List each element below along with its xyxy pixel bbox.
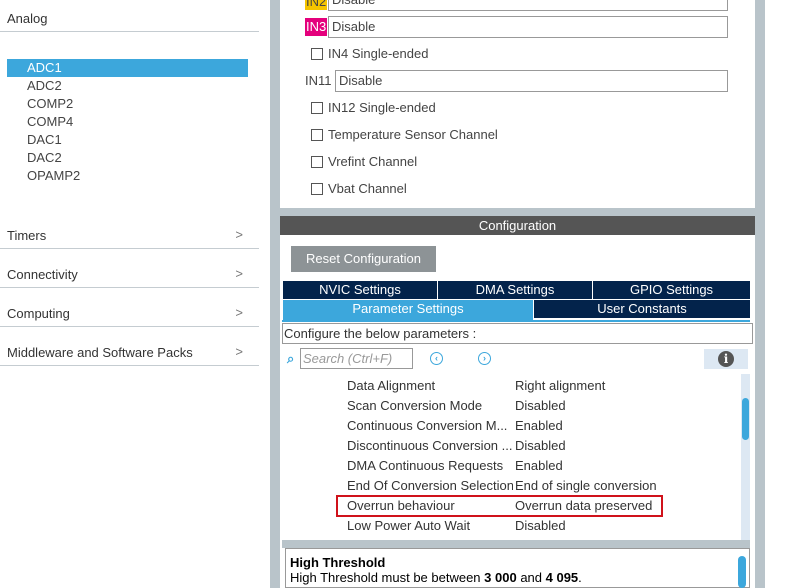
category-middleware[interactable]: Middleware and Software Packs >: [0, 327, 259, 366]
checkbox-label: IN12 Single-ended: [328, 100, 436, 115]
search-input[interactable]: Search (Ctrl+F): [300, 348, 413, 369]
tab-parameter-settings[interactable]: Parameter Settings: [283, 300, 533, 320]
param-value: Disabled: [515, 438, 566, 453]
sidebar-item-dac2[interactable]: DAC2: [7, 149, 248, 167]
info-button[interactable]: i: [704, 349, 748, 369]
in3-select[interactable]: Disable: [328, 16, 728, 38]
next-icon[interactable]: ›: [478, 352, 491, 365]
reset-configuration-button[interactable]: Reset Configuration: [291, 246, 436, 272]
param-value: Right alignment: [515, 378, 606, 393]
param-name: Scan Conversion Mode: [347, 398, 483, 413]
category-label: Middleware and Software Packs: [7, 345, 193, 360]
category-timers[interactable]: Timers >: [0, 210, 259, 249]
description-title: High Threshold: [290, 555, 386, 570]
param-value: End of single conversion: [515, 478, 657, 493]
vrefint-checkbox-row[interactable]: Vrefint Channel: [305, 154, 417, 169]
desc-min: 3 000: [484, 570, 517, 585]
checkbox[interactable]: [311, 155, 323, 168]
search-icon: ⌕: [287, 351, 295, 366]
in11-select[interactable]: Disable: [335, 70, 728, 92]
desc-max: 4 095: [545, 570, 579, 585]
in12-checkbox-row[interactable]: IN12 Single-ended: [305, 100, 436, 115]
param-name: Low Power Auto Wait: [347, 518, 471, 533]
checkbox-label: Temperature Sensor Channel: [328, 127, 498, 142]
tab-dma-settings[interactable]: DMA Settings: [438, 281, 592, 299]
configure-label: Configure the below parameters :: [282, 323, 753, 344]
desc-text: .: [578, 570, 582, 585]
configuration-header: Configuration: [280, 216, 755, 235]
tab-nvic-settings[interactable]: NVIC Settings: [283, 281, 437, 299]
checkbox-label: Vbat Channel: [328, 181, 407, 196]
category-label: Analog: [7, 11, 48, 26]
chevron-right-icon: >: [235, 266, 243, 281]
category-analog[interactable]: Analog: [0, 0, 259, 32]
category-label: Connectivity: [7, 267, 78, 282]
info-icon: i: [718, 351, 734, 367]
chevron-right-icon: >: [235, 227, 243, 242]
param-name: Data Alignment: [347, 378, 436, 393]
sidebar-item-comp4[interactable]: COMP4: [7, 113, 248, 131]
param-value: Enabled: [515, 458, 563, 473]
sidebar-item-comp2[interactable]: COMP2: [7, 95, 248, 113]
checkbox[interactable]: [311, 47, 323, 60]
tab-underline: [282, 320, 750, 322]
param-row[interactable]: Scan Conversion Mode Disabled: [347, 396, 747, 416]
description-text: High Threshold must be between 3 000 and…: [290, 570, 745, 585]
param-row[interactable]: DMA Continuous Requests Enabled: [347, 456, 747, 476]
checkbox-label: IN4 Single-ended: [328, 46, 429, 61]
param-name: End Of Conversion Selection: [347, 478, 513, 493]
param-row[interactable]: Data Alignment Right alignment: [347, 376, 747, 396]
splitter[interactable]: [282, 540, 750, 548]
sidebar-item-dac1[interactable]: DAC1: [7, 131, 248, 149]
sidebar-item-opamp2[interactable]: OPAMP2: [7, 167, 248, 185]
param-row[interactable]: End Of Conversion Selection End of single…: [347, 476, 747, 496]
param-value: Enabled: [515, 418, 563, 433]
desc-text: High Threshold must be between: [290, 570, 485, 585]
category-connectivity[interactable]: Connectivity >: [0, 249, 259, 288]
in2-label: IN2: [305, 0, 328, 10]
checkbox[interactable]: [311, 128, 323, 141]
param-value: Disabled: [515, 518, 566, 533]
params-scrollbar-thumb[interactable]: [742, 398, 749, 440]
category-label: Timers: [7, 228, 47, 243]
sidebar-item-adc2[interactable]: ADC2: [7, 77, 248, 95]
param-name: Continuous Conversion M...: [347, 418, 508, 433]
param-name: DMA Continuous Requests: [347, 458, 504, 473]
description-scrollbar[interactable]: [738, 556, 746, 588]
highlight-box: [336, 495, 663, 517]
tab-user-constants[interactable]: User Constants: [534, 300, 750, 318]
component-sidebar: Analog ADC1 ADC2 COMP2 COMP4 DAC1 DAC2 O…: [0, 0, 270, 588]
chevron-right-icon: >: [235, 305, 243, 320]
category-computing[interactable]: Computing >: [0, 288, 259, 327]
in2-select[interactable]: Disable: [328, 0, 728, 11]
param-name: Discontinuous Conversion ...: [347, 438, 513, 453]
previous-icon[interactable]: ‹: [430, 352, 443, 365]
param-row[interactable]: Continuous Conversion M... Enabled: [347, 416, 747, 436]
vbat-checkbox-row[interactable]: Vbat Channel: [305, 181, 407, 196]
param-row[interactable]: Discontinuous Conversion ... Disabled: [347, 436, 747, 456]
param-row[interactable]: Low Power Auto Wait Disabled: [347, 516, 747, 536]
checkbox[interactable]: [311, 182, 323, 195]
category-label: Computing: [7, 306, 70, 321]
in11-label: IN11: [305, 73, 332, 88]
chevron-right-icon: >: [235, 344, 243, 359]
description-box: High Threshold High Threshold must be be…: [285, 548, 750, 588]
checkbox-label: Vrefint Channel: [328, 154, 418, 169]
tab-gpio-settings[interactable]: GPIO Settings: [593, 281, 750, 299]
checkbox[interactable]: [311, 101, 323, 114]
temp-sensor-checkbox-row[interactable]: Temperature Sensor Channel: [305, 127, 498, 142]
in4-checkbox-row[interactable]: IN4 Single-ended: [305, 46, 428, 61]
param-value: Disabled: [515, 398, 566, 413]
in3-label: IN3: [305, 18, 328, 36]
desc-text: and: [516, 570, 546, 585]
sidebar-item-adc1[interactable]: ADC1: [7, 59, 248, 77]
